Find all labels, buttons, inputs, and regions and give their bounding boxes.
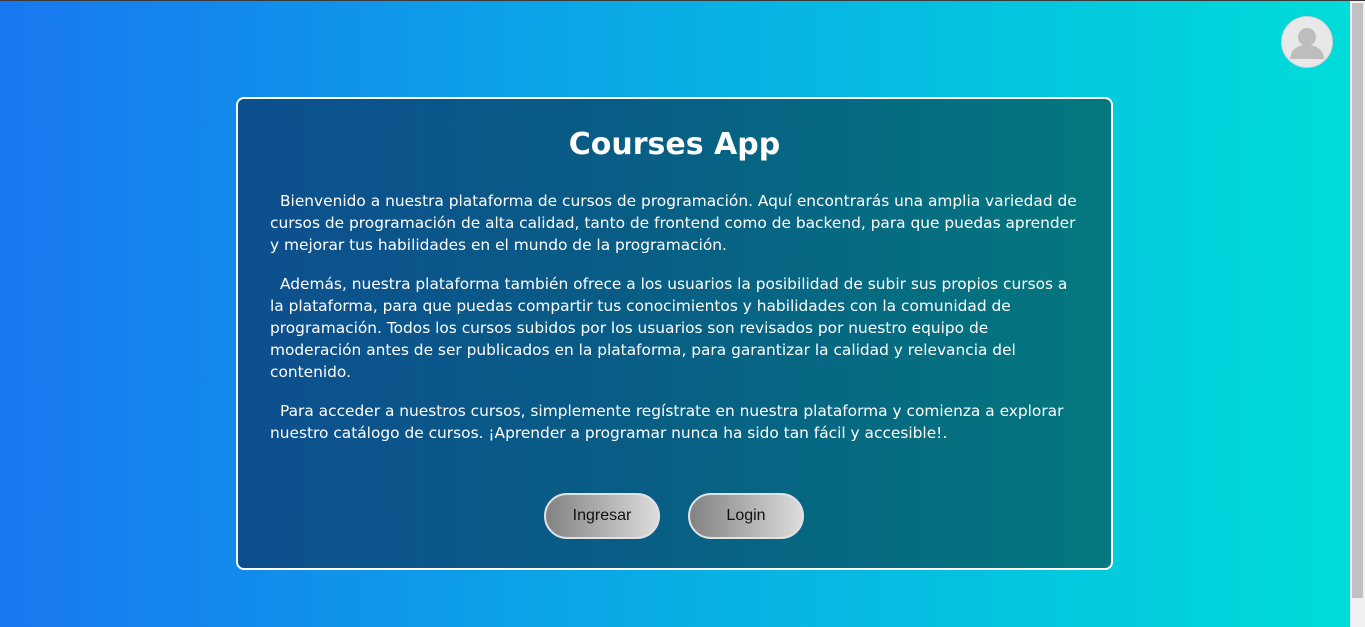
page-title: Courses App xyxy=(568,127,781,162)
user-avatar-icon xyxy=(1290,28,1324,59)
user-avatar-button[interactable] xyxy=(1281,16,1333,68)
page-background: Courses App Bienvenido a nuestra platafo… xyxy=(0,1,1350,627)
welcome-card: Courses App Bienvenido a nuestra platafo… xyxy=(236,97,1113,570)
vertical-scrollbar[interactable] xyxy=(1350,1,1365,627)
ingresar-button[interactable]: Ingresar xyxy=(544,493,660,539)
intro-paragraph: Bienvenido a nuestra plataforma de curso… xyxy=(270,192,1077,254)
scrollbar-thumb[interactable] xyxy=(1352,3,1363,598)
welcome-text: Bienvenido a nuestra plataforma de curso… xyxy=(270,191,1082,463)
access-paragraph: Para acceder a nuestros cursos, simpleme… xyxy=(270,402,1064,443)
login-button[interactable]: Login xyxy=(688,493,804,539)
upload-paragraph: Además, nuestra plataforma también ofrec… xyxy=(270,275,1068,381)
